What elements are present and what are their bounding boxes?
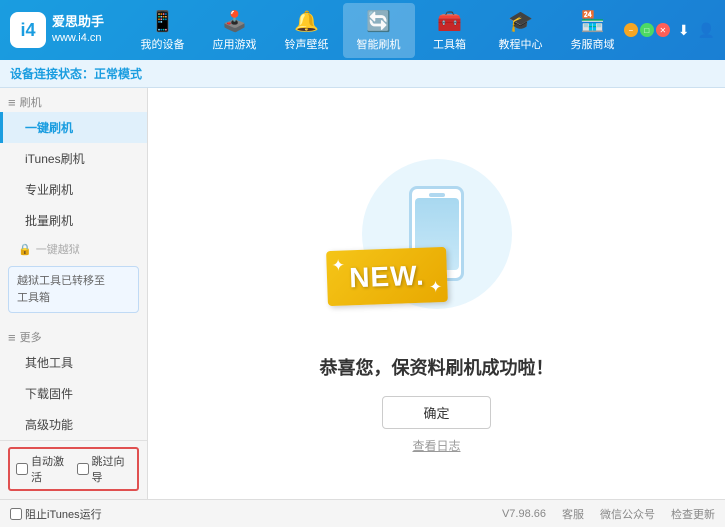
logo-text: 爱思助手 www.i4.cn — [52, 13, 104, 47]
maximize-button[interactable]: □ — [640, 23, 654, 37]
sidebar-notice: 越狱工具已转移至工具箱 — [8, 266, 139, 313]
nav-tutorial[interactable]: 🎓 教程中心 — [485, 3, 557, 58]
logo-icon: i4 — [10, 12, 46, 48]
service-icon: 🏪 — [580, 9, 605, 34]
sidebar-item-other-tools[interactable]: 其他工具 — [0, 347, 147, 378]
nav-label: 应用游戏 — [213, 36, 257, 52]
skip-guide-checkbox[interactable] — [77, 463, 89, 475]
status-label: 设备连接状态： — [10, 65, 94, 82]
sidebar-item-pro-flash[interactable]: 专业刷机 — [0, 174, 147, 205]
sidebar-item-jailbreak: 🔒 一键越狱 — [0, 236, 147, 262]
close-button[interactable]: ✕ — [656, 23, 670, 37]
success-title: 恭喜您，保资料刷机成功啦！ — [320, 354, 554, 380]
flash-icon: 🔄 — [366, 9, 391, 34]
header-right: − □ ✕ ⬇ 👤 — [635, 21, 715, 39]
sidebar-bottom: 自动激活 跳过向导 📱 iPhone 15 Pro Max 512GB iPho… — [0, 440, 147, 499]
auto-actions-box: 自动激活 跳过向导 — [8, 447, 139, 491]
ringtone-icon: 🔔 — [294, 9, 319, 34]
nav-apps-games[interactable]: 🕹️ 应用游戏 — [199, 3, 271, 58]
status-value: 正常模式 — [94, 65, 142, 82]
star-right: ✦ — [428, 277, 442, 297]
minimize-button[interactable]: − — [624, 23, 638, 37]
sidebar-section-flash: ≡ 刷机 — [0, 88, 147, 112]
sidebar-section-more: ≡ 更多 — [0, 323, 147, 347]
footer: 阻止iTunes运行 V7.98.66 客服 微信公众号 检查更新 — [0, 499, 725, 527]
block-itunes-check[interactable]: 阻止iTunes运行 — [10, 506, 102, 522]
nav-ringtone[interactable]: 🔔 铃声壁纸 — [271, 3, 343, 58]
logo: i4 爱思助手 www.i4.cn — [10, 12, 120, 48]
footer-right: V7.98.66 客服 微信公众号 检查更新 — [502, 506, 715, 522]
tutorial-icon: 🎓 — [508, 9, 533, 34]
nav-label: 铃声壁纸 — [285, 36, 329, 52]
nav-toolbox[interactable]: 🧰 工具箱 — [415, 3, 485, 58]
sidebar-item-batch-flash[interactable]: 批量刷机 — [0, 205, 147, 236]
nav-label: 务服商域 — [571, 36, 615, 52]
device-icon: 📱 — [150, 9, 175, 34]
nav-smart-flash[interactable]: 🔄 智能刷机 — [343, 3, 415, 58]
wechat-link[interactable]: 微信公众号 — [600, 506, 655, 522]
version-label: V7.98.66 — [502, 508, 546, 520]
confirm-button[interactable]: 确定 — [382, 396, 490, 429]
block-itunes-checkbox[interactable] — [10, 508, 22, 520]
device-info: 📱 iPhone 15 Pro Max 512GB iPhone — [8, 497, 139, 499]
section-icon: ≡ — [8, 95, 16, 110]
nav-bar: 📱 我的设备 🕹️ 应用游戏 🔔 铃声壁纸 🔄 智能刷机 🧰 工具箱 🎓 教程中… — [120, 3, 635, 58]
check-update-link[interactable]: 检查更新 — [671, 506, 715, 522]
lock-icon: 🔒 — [18, 243, 32, 256]
main-layout: ≡ 刷机 一键刷机 iTunes刷机 专业刷机 批量刷机 🔒 一键越狱 越狱工具… — [0, 88, 725, 499]
nav-my-device[interactable]: 📱 我的设备 — [127, 3, 199, 58]
view-log-link[interactable]: 查看日志 — [412, 437, 460, 454]
sidebar-item-download-firmware[interactable]: 下载固件 — [0, 378, 147, 409]
success-illustration: ✦ NEW. ✦ — [337, 134, 537, 334]
new-banner: ✦ NEW. ✦ — [326, 246, 448, 305]
auto-activate-check[interactable]: 自动激活 — [16, 453, 71, 485]
auto-activate-checkbox[interactable] — [16, 463, 28, 475]
section-icon2: ≡ — [8, 330, 16, 345]
nav-label: 工具箱 — [433, 36, 466, 52]
sidebar-item-one-key-flash[interactable]: 一键刷机 — [0, 112, 147, 143]
service-link[interactable]: 客服 — [562, 506, 584, 522]
sidebar-item-itunes-flash[interactable]: iTunes刷机 — [0, 143, 147, 174]
apps-icon: 🕹️ — [222, 9, 247, 34]
nav-label: 智能刷机 — [357, 36, 401, 52]
status-bar: 设备连接状态： 正常模式 — [0, 60, 725, 88]
phone-notch — [429, 193, 445, 197]
footer-left: 阻止iTunes运行 — [10, 506, 502, 522]
main-content: ✦ NEW. ✦ 恭喜您，保资料刷机成功啦！ 确定 查看日志 — [148, 88, 725, 499]
star-left: ✦ — [331, 255, 345, 275]
download-icon[interactable]: ⬇ — [678, 21, 690, 39]
user-icon[interactable]: 👤 — [698, 21, 715, 39]
nav-service[interactable]: 🏪 务服商域 — [557, 3, 629, 58]
skip-guide-check[interactable]: 跳过向导 — [77, 453, 132, 485]
toolbox-icon: 🧰 — [437, 9, 462, 34]
nav-label: 教程中心 — [499, 36, 543, 52]
header: i4 爱思助手 www.i4.cn 📱 我的设备 🕹️ 应用游戏 🔔 铃声壁纸 … — [0, 0, 725, 60]
sidebar: ≡ 刷机 一键刷机 iTunes刷机 专业刷机 批量刷机 🔒 一键越狱 越狱工具… — [0, 88, 148, 499]
nav-label: 我的设备 — [141, 36, 185, 52]
sidebar-item-advanced[interactable]: 高级功能 — [0, 409, 147, 440]
window-controls: − □ ✕ — [624, 23, 670, 37]
new-label: NEW. — [348, 259, 425, 294]
